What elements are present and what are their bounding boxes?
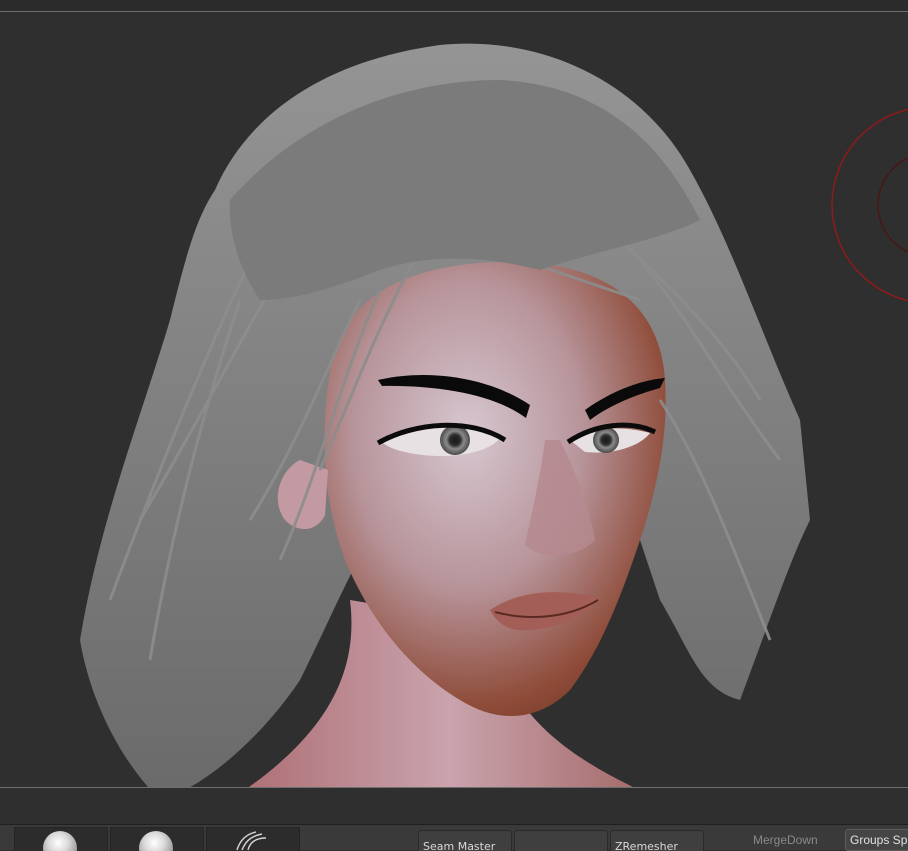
merge-down-button[interactable]: MergeDown (748, 830, 845, 850)
sphere-icon (139, 831, 173, 851)
groups-split-button[interactable]: Groups Split (845, 829, 908, 851)
zremesher-label: ZRemesher (615, 840, 678, 851)
hair-brush-icon (236, 831, 267, 851)
gizmo-ring-inner (877, 157, 908, 253)
brush-thumbnail-2[interactable] (110, 827, 204, 851)
gizmo-ring-outer (831, 108, 908, 302)
shelf-button-2[interactable] (514, 830, 608, 851)
brush-thumbnail-3[interactable] (206, 827, 300, 851)
bottom-shelf: Seam Master ZRemesher MergeDown Groups S… (0, 824, 908, 851)
zremesher-button[interactable]: ZRemesher (610, 830, 704, 851)
seam-master-label: Seam Master (423, 840, 496, 851)
brush-thumbnail-1[interactable] (14, 827, 108, 851)
lower-band (0, 788, 908, 824)
top-toolbar-strip (0, 0, 908, 12)
document-canvas-viewport[interactable] (0, 12, 908, 787)
sphere-icon (43, 831, 77, 851)
seam-master-button[interactable]: Seam Master (418, 830, 512, 851)
sculpt-render (80, 43, 908, 787)
